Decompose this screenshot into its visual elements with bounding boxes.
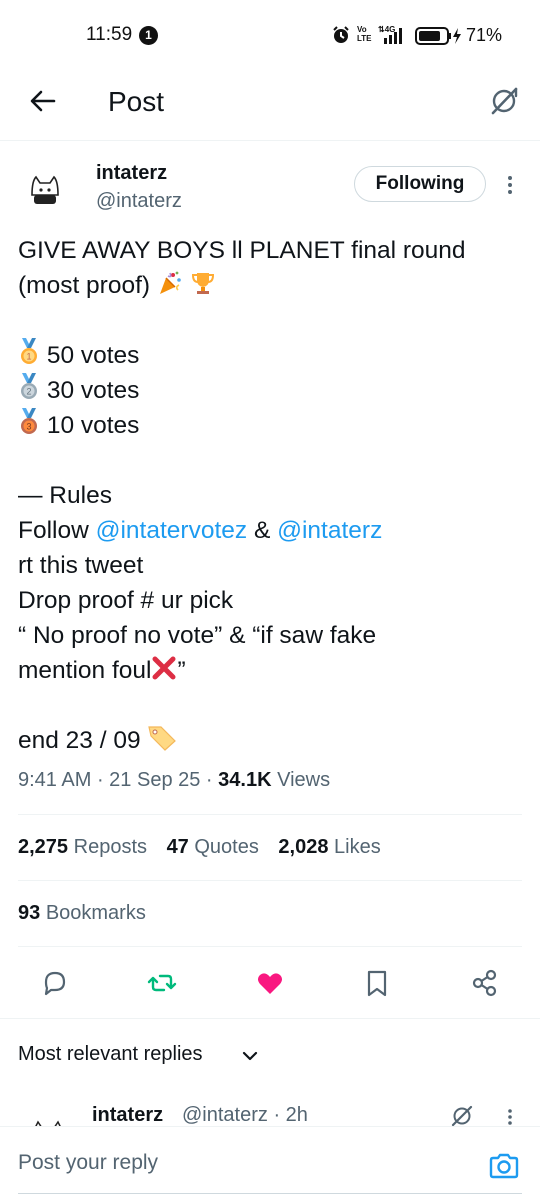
tweet-line: 3 10 votes xyxy=(18,408,528,443)
tweet-time: 9:41 AM xyxy=(18,769,92,791)
likes-stat[interactable]: 2,028 Likes xyxy=(278,836,380,858)
tweet-line: (most proof) xyxy=(18,268,528,303)
tweet-line: rt this tweet xyxy=(18,552,144,579)
tweet-line: Drop proof # ur pick xyxy=(18,587,234,614)
reply-input[interactable] xyxy=(18,1151,438,1175)
quotes-label: Quotes xyxy=(194,836,259,858)
tweet-text: GIVE AWAY BOYS ll PLANET final round (mo… xyxy=(18,233,528,758)
divider xyxy=(18,880,522,881)
trophy-icon xyxy=(191,273,214,294)
reposts-label: Reposts xyxy=(73,836,147,858)
tweet-line: 1 50 votes xyxy=(18,338,528,373)
svg-text:1: 1 xyxy=(26,352,31,362)
status-time: 11:59 xyxy=(86,24,133,45)
tweet-line-text: (most proof) xyxy=(18,272,151,299)
mention-foul-text: mention foul xyxy=(18,657,152,684)
reply-author-name[interactable]: intaterz xyxy=(92,1104,163,1126)
bronze-medal-icon: 3 xyxy=(21,408,37,434)
cat-avatar-icon xyxy=(35,1120,61,1126)
top-app-bar: Post xyxy=(0,72,540,141)
prize-third-text: 10 votes xyxy=(46,412,140,439)
grok-icon[interactable] xyxy=(450,1104,474,1126)
divider xyxy=(18,946,522,947)
tweet-date: 21 Sep 25 xyxy=(109,769,201,791)
replies-sort-dropdown[interactable]: Most relevant replies xyxy=(18,1043,203,1066)
svg-text:2: 2 xyxy=(26,387,31,397)
tweet-meta: 9:41 AM · 21 Sep 25 · 34.1K Views xyxy=(18,769,331,791)
battery-percent: 71% xyxy=(466,25,503,45)
follow-prefix-text: Follow xyxy=(18,517,89,544)
grok-icon[interactable] xyxy=(488,85,520,117)
tweet-line: end 23 / 09 xyxy=(18,723,528,758)
label-tag-icon xyxy=(148,726,177,751)
likes-count: 2,028 xyxy=(278,836,329,858)
likes-label: Likes xyxy=(334,836,381,858)
alarm-icon xyxy=(333,26,349,43)
like-heart-icon[interactable] xyxy=(255,968,285,998)
author-handle[interactable]: @intaterz xyxy=(96,190,182,213)
engagement-stats: 2,275 Reposts 47 Quotes 2,028 Likes xyxy=(18,836,381,859)
cat-avatar-icon xyxy=(31,175,59,204)
following-button[interactable]: Following xyxy=(354,166,486,202)
bookmarks-label: Bookmarks xyxy=(45,902,146,924)
divider xyxy=(18,814,522,815)
bookmarks-count: 93 xyxy=(18,902,41,924)
silver-medal-icon: 2 xyxy=(21,373,37,399)
divider xyxy=(0,1018,540,1019)
reply-composer xyxy=(0,1126,540,1200)
tweet-line: Follow @intatervotez & @intaterz xyxy=(18,513,528,548)
reply-author-handle: @intaterz · 2h xyxy=(182,1104,308,1126)
action-bar xyxy=(0,960,540,1010)
reply-item[interactable]: intaterz @intaterz · 2h xyxy=(0,1090,540,1126)
tweet-line: mention foul ” xyxy=(18,653,528,688)
gold-medal-icon: 1 xyxy=(21,338,37,364)
bookmarks-stat[interactable]: 93 Bookmarks xyxy=(18,902,146,925)
mention-link[interactable]: @intaterz xyxy=(277,517,382,544)
closing-quote-text: ” xyxy=(177,657,186,684)
battery-icon xyxy=(415,27,461,45)
signal-icon: ⇅4G xyxy=(378,25,402,44)
end-date-text: end 23 / 09 xyxy=(18,727,141,754)
cross-mark-icon xyxy=(152,656,176,680)
page-title: Post xyxy=(108,86,165,117)
camera-icon[interactable] xyxy=(488,1151,520,1181)
input-underline xyxy=(18,1193,522,1194)
svg-text:⇅4G: ⇅4G xyxy=(378,25,395,34)
tweet-line: GIVE AWAY BOYS ll PLANET final round xyxy=(18,237,466,264)
ampersand-text: & xyxy=(253,517,271,544)
mention-link[interactable]: @intatervotez xyxy=(96,517,248,544)
bookmark-icon[interactable] xyxy=(362,968,392,998)
views-label: Views xyxy=(277,769,331,791)
notification-badge: 1 xyxy=(139,26,158,45)
reposts-count: 2,275 xyxy=(18,836,69,858)
volte-indicator: Vo LTE xyxy=(357,25,372,43)
repost-icon[interactable] xyxy=(147,968,177,998)
quotes-stat[interactable]: 47 Quotes xyxy=(167,836,259,858)
reply-icon[interactable] xyxy=(40,968,70,998)
tweet-line: — Rules xyxy=(18,482,112,509)
share-icon[interactable] xyxy=(470,968,500,998)
tweet-line: 2 30 votes xyxy=(18,373,528,408)
prize-first-text: 50 votes xyxy=(46,342,140,369)
chevron-down-icon[interactable] xyxy=(242,1048,258,1064)
author-avatar[interactable] xyxy=(22,167,68,213)
status-bar: 11:59 1 Vo LTE ⇅4G 71% xyxy=(0,0,540,72)
svg-text:3: 3 xyxy=(26,422,31,432)
reposts-stat[interactable]: 2,275 Reposts xyxy=(18,836,147,858)
prize-second-text: 30 votes xyxy=(46,377,140,404)
party-popper-icon xyxy=(159,271,181,294)
tweet-line: “ No proof no vote” & “if saw fake xyxy=(18,622,377,649)
more-options-icon[interactable] xyxy=(504,174,516,196)
author-name[interactable]: intaterz xyxy=(96,162,167,185)
views-count: 34.1K xyxy=(218,769,272,791)
back-arrow-icon[interactable] xyxy=(28,86,58,116)
quotes-count: 47 xyxy=(166,836,189,858)
more-options-icon[interactable] xyxy=(506,1108,514,1126)
